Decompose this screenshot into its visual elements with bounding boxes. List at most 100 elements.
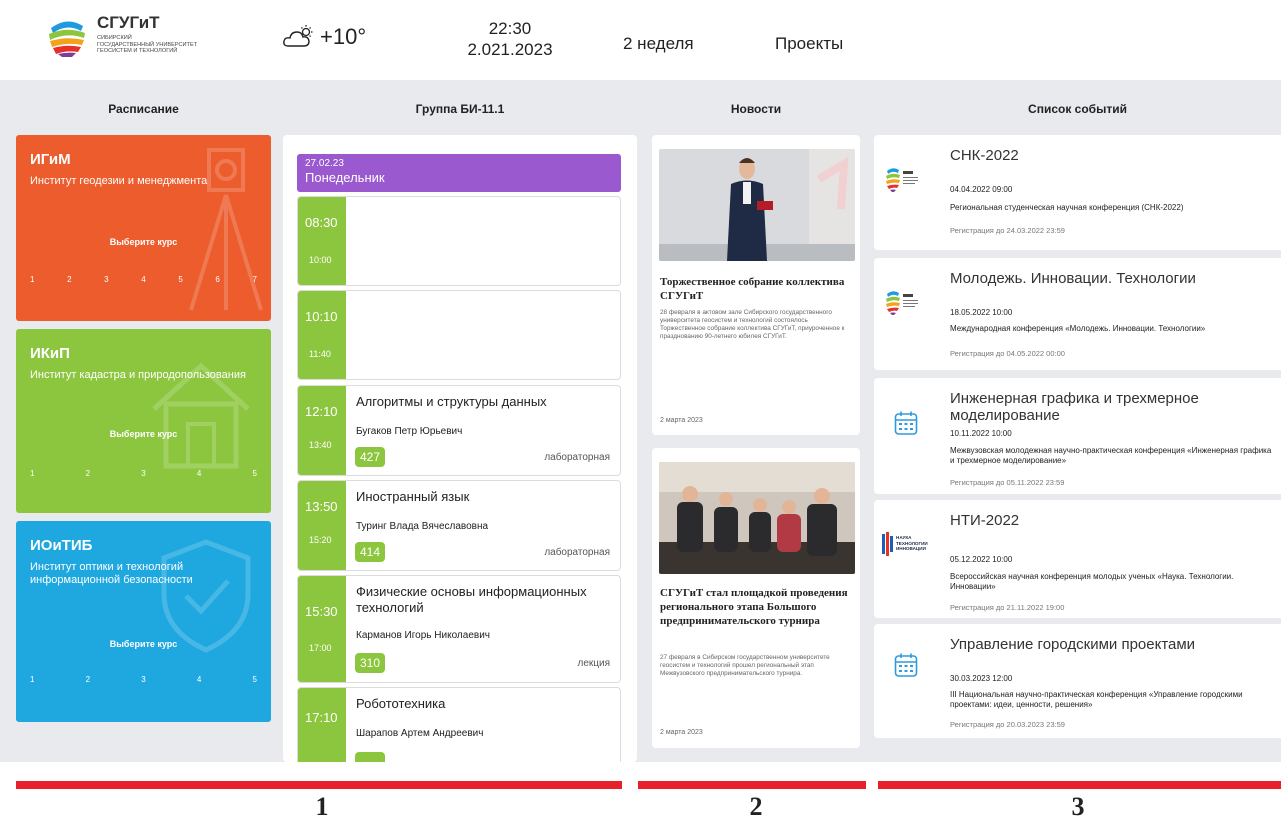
- section-bar-3: [878, 781, 1281, 789]
- news-column-title: Новости: [730, 102, 782, 116]
- lesson-slot[interactable]: 10:10 11:40: [297, 290, 621, 380]
- news-card[interactable]: СГУГиТ стал площадкой проведения региона…: [652, 448, 860, 748]
- sgugit-logo-icon: [886, 168, 918, 192]
- lesson-slot[interactable]: 12:10 13:40 Алгоритмы и структуры данных…: [297, 385, 621, 476]
- speaker-photo-image: [659, 149, 855, 261]
- time-block: 13:50 15:20: [298, 481, 346, 570]
- course-button-4[interactable]: 4: [197, 469, 201, 478]
- cloud-sun-icon: [283, 25, 313, 47]
- schedule-column-title: Расписание: [108, 102, 179, 116]
- end-time: 15:20: [309, 535, 332, 545]
- course-button-7[interactable]: 7: [252, 275, 256, 284]
- time-block: 15:30 17:00: [298, 576, 346, 682]
- group-schedule-panel[interactable]: 27.02.23 Понедельник 08:30 10:00 10:10 1…: [283, 135, 637, 762]
- event-card[interactable]: Инженерная графика и трехмерное моделиро…: [874, 378, 1281, 494]
- shield-icon: [161, 539, 251, 653]
- weather-widget: +10°: [282, 24, 366, 50]
- course-button-3[interactable]: 3: [104, 275, 108, 284]
- group-column-title: Группа БИ-11.1: [415, 102, 505, 116]
- course-button-3[interactable]: 3: [141, 675, 145, 684]
- teacher-name: Шарапов Артем Андреевич: [356, 728, 484, 739]
- projects-link[interactable]: Проекты: [775, 34, 843, 54]
- event-name: Молодежь. Инновации. Технологии: [950, 270, 1196, 287]
- course-button-2[interactable]: 2: [86, 675, 90, 684]
- start-time: 12:10: [305, 404, 338, 419]
- start-time: 13:50: [305, 499, 338, 514]
- lesson-slot[interactable]: 13:50 15:20 Иностранный язык Туринг Влад…: [297, 480, 621, 571]
- section-number-2: 2: [749, 792, 763, 821]
- room-badge: 310: [355, 653, 385, 673]
- course-button-5[interactable]: 5: [178, 275, 182, 284]
- course-button-1[interactable]: 1: [30, 675, 34, 684]
- current-time: 22:30: [488, 19, 532, 38]
- subject-name: Робототехника: [356, 696, 446, 711]
- lesson-slot[interactable]: 15:30 17:00 Физические основы информацио…: [297, 575, 621, 683]
- course-button-1[interactable]: 1: [30, 469, 34, 478]
- subject-name: Иностранный язык: [356, 489, 470, 504]
- event-datetime: 05.12.2022 10:00: [950, 555, 1013, 564]
- news-date: 2 марта 2023: [660, 729, 703, 736]
- institute-card-ioitib[interactable]: ИОиТИБ Институт оптики и технологий инфо…: [16, 521, 271, 722]
- lesson-slot[interactable]: 08:30 10:00: [297, 196, 621, 286]
- university-logo[interactable]: СГУГиТ СИБИРСКИЙ ГОСУДАРСТВЕННЫЙ УНИВЕРС…: [45, 14, 227, 58]
- course-button-5[interactable]: 5: [253, 469, 257, 478]
- news-photo: [659, 149, 855, 261]
- event-description: Международная конференция «Молодежь. Инн…: [950, 324, 1206, 333]
- end-time: 17:00: [309, 643, 332, 653]
- end-time: 13:40: [309, 440, 332, 450]
- event-card[interactable]: СНК-2022 04.04.2022 09:00 Региональная с…: [874, 135, 1281, 250]
- section-number-3: 3: [1071, 792, 1085, 821]
- time-block: 17:10: [298, 688, 346, 762]
- news-card[interactable]: Торжественное собрание коллектива СГУГиТ…: [652, 135, 860, 435]
- institute-name: Институт кадастра и природопользования: [30, 369, 246, 381]
- event-name: СНК-2022: [950, 147, 1019, 164]
- day-name: Понедельник: [305, 170, 385, 185]
- course-button-4[interactable]: 4: [141, 275, 145, 284]
- event-card[interactable]: Молодежь. Инновации. Технологии 18.05.20…: [874, 258, 1281, 370]
- event-description: Межвузовская молодежная научно-практичес…: [950, 446, 1272, 465]
- start-time: 17:10: [305, 710, 338, 725]
- room-badge: 427: [355, 447, 385, 467]
- institute-name: Институт оптики и технологий информацион…: [30, 561, 193, 586]
- nti-logo-icon: НАУКА ТЕХНОЛОГИИ ИННОВАЦИИ: [882, 530, 928, 566]
- temperature: +10°: [320, 24, 367, 49]
- course-button-1[interactable]: 1: [30, 275, 34, 284]
- event-card[interactable]: Управление городскими проектами 30.03.20…: [874, 624, 1281, 738]
- top-bar: СГУГиТ СИБИРСКИЙ ГОСУДАРСТВЕННЫЙ УНИВЕРС…: [0, 0, 1281, 80]
- institute-card-ikip[interactable]: ИКиП Институт кадастра и природопользова…: [16, 329, 271, 513]
- end-time: 10:00: [309, 255, 332, 265]
- course-button-2[interactable]: 2: [67, 275, 71, 284]
- theodolite-icon: [189, 148, 263, 311]
- institute-card-igim[interactable]: ИГиМ Институт геодезии и менеджмента Выб…: [16, 135, 271, 321]
- event-name: Управление городскими проектами: [950, 636, 1196, 653]
- course-list: 1 2 3 4 5: [30, 469, 257, 478]
- event-datetime: 10.11.2022 10:00: [950, 429, 1012, 438]
- logo-name: СГУГиТ: [97, 13, 160, 32]
- lesson-slot[interactable]: 17:10 Робототехника Шарапов Артем Андрее…: [297, 687, 621, 762]
- lesson-type: лабораторная: [544, 452, 610, 463]
- event-description: Региональная студенческая научная конфер…: [950, 203, 1184, 212]
- event-name: Инженерная графика и трехмерное моделиро…: [950, 390, 1199, 424]
- time-block: 08:30 10:00: [298, 197, 346, 285]
- course-button-6[interactable]: 6: [215, 275, 219, 284]
- news-date: 2 марта 2023: [660, 417, 703, 424]
- subject-name: Алгоритмы и структуры данных: [356, 394, 547, 409]
- news-title: Торжественное собрание коллектива СГУГиТ: [660, 276, 845, 302]
- event-registration: Регистрация до 05.11.2022 23:59: [950, 478, 1065, 487]
- course-button-3[interactable]: 3: [141, 469, 145, 478]
- start-time: 10:10: [305, 309, 338, 324]
- nti-stripes: [882, 532, 893, 556]
- event-card[interactable]: НАУКА ТЕХНОЛОГИИ ИННОВАЦИИ НТИ-2022 05.1…: [874, 500, 1281, 618]
- events-column-title: Список событий: [1028, 102, 1127, 116]
- course-button-5[interactable]: 5: [253, 675, 257, 684]
- course-button-2[interactable]: 2: [86, 469, 90, 478]
- news-text: 28 февраля в актовом зале Сибирского гос…: [660, 309, 845, 340]
- current-date: 2.021.2023: [467, 40, 553, 59]
- lesson-type: лабораторная: [544, 547, 610, 558]
- course-list: 1 2 3 4 5: [30, 675, 257, 684]
- news-title: СГУГиТ стал площадкой проведения региона…: [660, 587, 848, 627]
- week-label[interactable]: 2 неделя: [623, 34, 694, 54]
- section-bar-1: [16, 781, 622, 789]
- event-registration: Регистрация до 24.03.2022 23:59: [950, 226, 1065, 235]
- course-button-4[interactable]: 4: [197, 675, 201, 684]
